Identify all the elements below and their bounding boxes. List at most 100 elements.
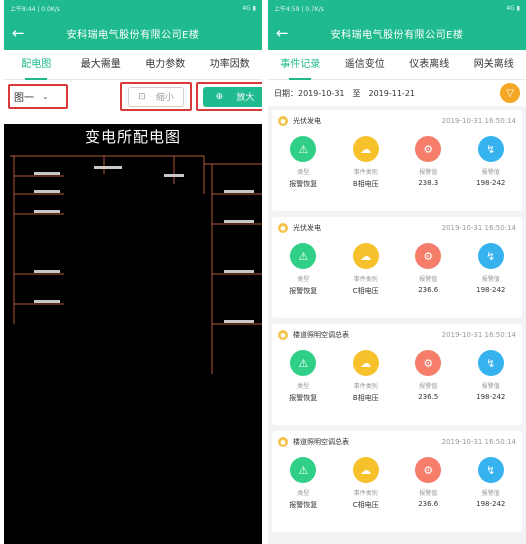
status-time: 上午4:59 | 0.7K/s	[274, 5, 324, 13]
status-bar: 上午4:59 | 0.7K/s 4G ▮	[268, 0, 526, 16]
end-date[interactable]: 2019-11-21	[369, 89, 416, 98]
tab-gateway-offline[interactable]: 网关离线	[462, 51, 526, 79]
date-separator: 至	[352, 88, 361, 98]
location-pin-icon: ●	[278, 116, 288, 126]
tab-bar: 配电图 最大需量 电力参数 功率因数	[4, 50, 262, 80]
event-stat-value: 198-242	[476, 286, 506, 294]
event-stat: ☁ 事件类别 B相电压	[340, 136, 392, 189]
bolt-icon: ↯	[477, 457, 504, 483]
location-pin-icon: ●	[278, 330, 288, 340]
diagram-select-value: 图一	[14, 93, 34, 104]
tab-power-factor[interactable]: 功率因数	[198, 51, 263, 79]
tab-max-demand[interactable]: 最大需量	[69, 51, 134, 79]
event-stat-label: 报警值	[419, 383, 438, 390]
zoom-out-label: 缩小	[155, 93, 174, 103]
event-stat-label: 报警值	[419, 490, 438, 497]
event-stat: ⚙ 报警值 236.5	[402, 350, 454, 403]
event-stat: ↯ 报警值 198-242	[465, 243, 517, 296]
page-title: 安科瑞电气股份有限公司E楼	[66, 29, 200, 41]
location-pin-icon: ●	[278, 437, 288, 447]
event-stat-value: 报警恢复	[289, 501, 318, 509]
event-time: 2019-10-31 16:50:14	[441, 117, 516, 125]
event-card[interactable]: ● 楼道照明空调总表 2019-10-31 16:50:14 ⚠ 类型 报警恢复 ☁ 事件类别…	[272, 324, 522, 425]
zoom-out-icon: ⊡	[138, 91, 146, 102]
filter-icon[interactable]: ▽	[500, 83, 520, 103]
event-stat-label: 类型	[297, 383, 310, 390]
start-date[interactable]: 2019-10-31	[298, 89, 345, 98]
event-stat-value: 198-242	[476, 179, 506, 187]
event-stat-value: 236.6	[418, 500, 439, 508]
screenshot-root: 上午8:44 | 0.0K/s 4G ▮ ← 安科瑞电气股份有限公司E楼 配电图…	[0, 0, 526, 544]
cloud-icon: ☁	[352, 457, 379, 483]
event-stat-label: 报警值	[481, 169, 500, 176]
status-time: 上午8:44 | 0.0K/s	[10, 5, 60, 13]
event-stat-value: C相电压	[352, 501, 379, 509]
event-stat-value: 报警恢复	[289, 287, 318, 295]
back-arrow-icon[interactable]: ←	[12, 24, 30, 42]
alert-icon: ⚠	[290, 243, 317, 269]
tab-event-records[interactable]: 事件记录	[268, 51, 333, 80]
zoom-out-highlight: ⊡ 缩小	[120, 82, 192, 111]
tab-bar: 事件记录 遥信变位 仪表离线 网关离线	[268, 50, 526, 80]
tab-remote-signal-changes[interactable]: 遥信变位	[333, 51, 398, 79]
zoom-in-label: 放大	[236, 93, 255, 103]
event-card-stats: ⚠ 类型 报警恢复 ☁ 事件类别 C相电压 ⚙ 报警值 236.6 ↯ 报警值 198-242	[272, 239, 522, 296]
event-stat-value: B相电压	[352, 394, 379, 402]
event-time: 2019-10-31 16:50:14	[441, 224, 516, 232]
event-stat-label: 报警值	[481, 383, 500, 390]
distribution-diagram-screen: 上午8:44 | 0.0K/s 4G ▮ ← 安科瑞电气股份有限公司E楼 配电图…	[4, 0, 262, 544]
bolt-icon: ↯	[477, 243, 504, 269]
cloud-icon: ☁	[352, 136, 379, 162]
event-records-screen: 上午4:59 | 0.7K/s 4G ▮ ← 安科瑞电气股份有限公司E楼 事件记…	[268, 0, 526, 544]
event-time: 2019-10-31 16:50:14	[441, 331, 516, 339]
event-stat: ⚠ 类型 报警恢复	[277, 350, 329, 403]
event-stat: ⚠ 类型 报警恢复	[277, 243, 329, 296]
event-stat-value: 238.3	[418, 179, 439, 187]
event-card[interactable]: ● 光伏发电 2019-10-31 16:50:14 ⚠ 类型 报警恢复 ☁ 事件类别 C相电压…	[272, 217, 522, 318]
tab-distribution-diagram[interactable]: 配电图	[4, 51, 69, 80]
single-line-diagram[interactable]: 变电所配电图	[4, 124, 262, 544]
event-stat-value: 报警恢复	[289, 394, 318, 402]
diagram-select[interactable]: 图一 ⌄	[8, 84, 68, 109]
gear-icon: ⚙	[415, 243, 442, 269]
event-card[interactable]: ● 光伏发电 2019-10-31 16:50:14 ⚠ 类型 报警恢复 ☁ 事件类别 B相电压…	[272, 110, 522, 211]
diagram-labels	[34, 166, 254, 323]
event-stat-label: 报警值	[481, 490, 500, 497]
event-stat-label: 事件类别	[353, 169, 378, 176]
event-stat: ☁ 事件类别 C相电压	[340, 243, 392, 296]
event-stat: ☁ 事件类别 C相电压	[340, 457, 392, 510]
tab-meter-offline[interactable]: 仪表离线	[397, 51, 462, 79]
event-card-stats: ⚠ 类型 报警恢复 ☁ 事件类别 B相电压 ⚙ 报警值 238.3 ↯ 报警值 198-242	[272, 132, 522, 189]
bolt-icon: ↯	[477, 136, 504, 162]
event-device-name: 楼道照明空调总表	[293, 438, 349, 446]
event-card-header: ● 光伏发电 2019-10-31 16:50:14	[272, 217, 522, 239]
event-device-name: 光伏发电	[293, 117, 321, 125]
cloud-icon: ☁	[352, 350, 379, 376]
event-stat: ↯ 报警值 198-242	[465, 350, 517, 403]
chevron-down-icon: ⌄	[42, 92, 49, 101]
event-stat: ⚙ 报警值 236.6	[402, 243, 454, 296]
gear-icon: ⚙	[415, 457, 442, 483]
back-arrow-icon[interactable]: ←	[276, 24, 294, 42]
zoom-in-highlight: ⊕ 放大	[196, 82, 262, 111]
tab-power-parameters[interactable]: 电力参数	[133, 51, 198, 79]
event-stat: ↯ 报警值 198-242	[465, 457, 517, 510]
event-stat-label: 报警值	[419, 276, 438, 283]
date-label: 日期：	[274, 88, 298, 98]
app-header: ← 安科瑞电气股份有限公司E楼	[4, 16, 262, 50]
event-time: 2019-10-31 16:50:14	[441, 438, 516, 446]
event-stat-label: 类型	[297, 490, 310, 497]
diagram-lines	[10, 155, 262, 374]
date-filter-bar: 日期： 2019-10-31 至 2019-11-21 ▽	[268, 80, 526, 106]
zoom-in-button[interactable]: ⊕ 放大	[203, 86, 262, 107]
event-card[interactable]: ● 楼道照明空调总表 2019-10-31 16:50:14 ⚠ 类型报警恢复 ☁ 事件类别…	[272, 431, 522, 532]
event-card-stats: ⚠ 类型 报警恢复 ☁ 事件类别 C相电压 ⚙ 报警值 236.6 ↯ 报警值 198-242	[272, 453, 522, 510]
alert-icon: ⚠	[290, 457, 317, 483]
bolt-icon: ↯	[477, 350, 504, 376]
event-card-header: ● 光伏发电 2019-10-31 16:50:14	[272, 110, 522, 132]
event-stat: ☁ 事件类别 B相电压	[340, 350, 392, 403]
event-stat-value: 236.6	[418, 286, 439, 294]
event-stat-label: 类型	[297, 169, 310, 176]
zoom-out-button[interactable]: ⊡ 缩小	[128, 86, 184, 107]
event-card-stats: ⚠ 类型 报警恢复 ☁ 事件类别 B相电压 ⚙ 报警值 236.5 ↯ 报警值 198-242	[272, 346, 522, 403]
